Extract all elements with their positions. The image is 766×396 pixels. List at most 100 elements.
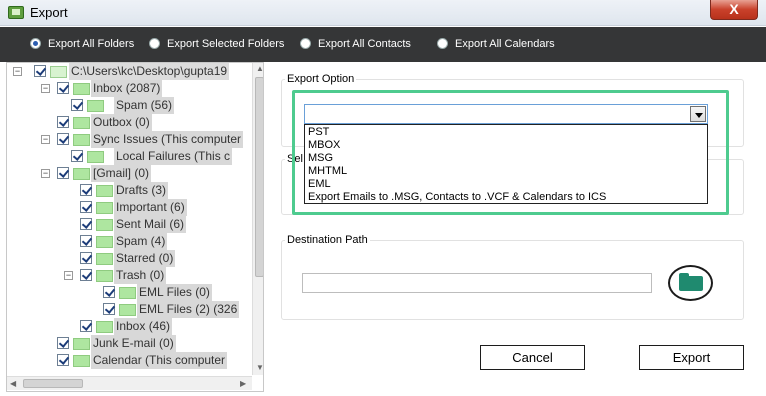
tree-item-root[interactable]: − C:\Users\kc\Desktop\gupta19 bbox=[11, 63, 256, 80]
tree-item-gmail[interactable]: − [Gmail] (0) bbox=[11, 165, 256, 182]
tree-item-sent-mail[interactable]: Sent Mail (6) bbox=[11, 216, 256, 233]
tree-item-junk[interactable]: Junk E-mail (0) bbox=[11, 335, 256, 352]
export-selected-folders-radio[interactable]: Export Selected Folders bbox=[149, 38, 284, 51]
destination-label: Destination Path bbox=[285, 234, 370, 246]
tree-item-label: Sent Mail (6) bbox=[114, 216, 187, 233]
checkbox[interactable] bbox=[57, 354, 69, 366]
tree-item-sync-issues[interactable]: − Sync Issues (This computer bbox=[11, 131, 256, 148]
checkbox[interactable] bbox=[57, 82, 69, 94]
dropdown-option-eml[interactable]: EML bbox=[308, 178, 331, 191]
tree-item-label: Starred (0) bbox=[114, 250, 176, 267]
tree-item-label: Sync Issues (This computer bbox=[91, 131, 244, 148]
checkbox[interactable] bbox=[57, 116, 69, 128]
tree-item-label: Inbox (46) bbox=[114, 318, 173, 335]
checkbox[interactable] bbox=[34, 65, 46, 77]
title-bar: Export X bbox=[0, 0, 766, 26]
folder-icon bbox=[73, 355, 90, 367]
scroll-up-icon[interactable]: ▲ bbox=[256, 64, 263, 73]
tree-item-label: Outbox (0) bbox=[91, 114, 152, 131]
folder-icon bbox=[87, 100, 104, 112]
export-all-contacts-radio[interactable]: Export All Contacts bbox=[300, 38, 411, 51]
folder-icon bbox=[119, 304, 136, 316]
collapse-icon[interactable]: − bbox=[13, 67, 22, 76]
destination-path-input[interactable] bbox=[302, 273, 652, 293]
checkbox[interactable] bbox=[57, 337, 69, 349]
checkbox[interactable] bbox=[80, 269, 92, 281]
collapse-icon[interactable]: − bbox=[41, 135, 50, 144]
tree-item-outbox[interactable]: Outbox (0) bbox=[11, 114, 256, 131]
dropdown-option-combined[interactable]: Export Emails to .MSG, Contacts to .VCF … bbox=[308, 191, 606, 204]
export-options-bar: Export All Folders Export Selected Folde… bbox=[0, 27, 766, 62]
tree-item-inbox[interactable]: − Inbox (2087) bbox=[11, 80, 256, 97]
checkbox[interactable] bbox=[80, 201, 92, 213]
tree-item-label: Trash (0) bbox=[114, 267, 167, 284]
export-all-calendars-radio[interactable]: Export All Calendars bbox=[437, 38, 555, 51]
radio-label: Export Selected Folders bbox=[167, 38, 285, 50]
tree-item-label: Important (6) bbox=[114, 199, 187, 216]
checkbox[interactable] bbox=[103, 286, 115, 298]
tree-item-spam[interactable]: Spam (56) bbox=[11, 97, 256, 114]
checkbox[interactable] bbox=[71, 150, 83, 162]
export-format-select[interactable] bbox=[304, 104, 708, 124]
tree-item-calendar[interactable]: Calendar (This computer bbox=[11, 352, 256, 369]
folder-icon bbox=[96, 270, 113, 282]
tree-item-label: Spam (4) bbox=[114, 233, 168, 250]
checkbox[interactable] bbox=[80, 184, 92, 196]
tree-horizontal-scrollbar[interactable]: ◀ ▶ bbox=[7, 376, 252, 390]
scroll-left-icon[interactable]: ◀ bbox=[10, 379, 16, 388]
checkbox[interactable] bbox=[57, 167, 69, 179]
checkbox[interactable] bbox=[80, 218, 92, 230]
folder-icon bbox=[119, 287, 136, 299]
folder-icon bbox=[96, 253, 113, 265]
tree-item-starred[interactable]: Starred (0) bbox=[11, 250, 256, 267]
dropdown-option-mhtml[interactable]: MHTML bbox=[308, 165, 347, 178]
radio-icon bbox=[149, 38, 160, 49]
folder-icon bbox=[73, 83, 90, 95]
scroll-down-icon[interactable]: ▼ bbox=[256, 363, 263, 372]
cancel-button[interactable]: Cancel bbox=[480, 345, 585, 370]
collapse-icon[interactable]: − bbox=[41, 169, 50, 178]
tree-item-label: EML Files (0) bbox=[137, 284, 212, 301]
export-button[interactable]: Export bbox=[639, 345, 744, 370]
radio-label: Export All Contacts bbox=[318, 38, 411, 50]
app-icon bbox=[8, 6, 24, 19]
close-button[interactable]: X bbox=[710, 0, 758, 20]
export-all-folders-radio[interactable]: Export All Folders bbox=[30, 38, 134, 51]
tree-item-label: C:\Users\kc\Desktop\gupta19 bbox=[69, 63, 230, 80]
dropdown-option-pst[interactable]: PST bbox=[308, 126, 329, 139]
tree-item-important[interactable]: Important (6) bbox=[11, 199, 256, 216]
tree-item-label: Calendar (This computer bbox=[91, 352, 228, 369]
tree-item-label: Junk E-mail (0) bbox=[91, 335, 176, 352]
tree-item-inbox-gmail[interactable]: Inbox (46) bbox=[11, 318, 256, 335]
tree-item-local-failures[interactable]: Local Failures (This c bbox=[11, 148, 256, 165]
folder-icon bbox=[73, 117, 90, 129]
folder-icon bbox=[96, 321, 113, 333]
scroll-thumb[interactable] bbox=[255, 77, 263, 277]
folder-icon bbox=[96, 236, 113, 248]
tree-item-drafts[interactable]: Drafts (3) bbox=[11, 182, 256, 199]
tree-item-eml-files-2[interactable]: EML Files (2) (326 bbox=[11, 301, 256, 318]
tree-item-eml-files[interactable]: EML Files (0) bbox=[11, 284, 256, 301]
dropdown-option-msg[interactable]: MSG bbox=[308, 152, 333, 165]
scroll-thumb[interactable] bbox=[23, 379, 83, 388]
tree-item-label: Local Failures (This c bbox=[114, 148, 233, 165]
checkbox[interactable] bbox=[80, 252, 92, 264]
collapse-icon[interactable]: − bbox=[64, 271, 73, 280]
tree-item-spam-gmail[interactable]: Spam (4) bbox=[11, 233, 256, 250]
tree-vertical-scrollbar[interactable]: ▲ ▼ bbox=[252, 63, 263, 375]
folder-icon bbox=[96, 219, 113, 231]
checkbox[interactable] bbox=[80, 320, 92, 332]
checkbox[interactable] bbox=[80, 235, 92, 247]
dropdown-option-mbox[interactable]: MBOX bbox=[308, 139, 340, 152]
scroll-right-icon[interactable]: ▶ bbox=[240, 379, 246, 388]
tree-item-trash[interactable]: − Trash (0) bbox=[11, 267, 256, 284]
tree-item-label: Inbox (2087) bbox=[91, 80, 163, 97]
collapse-icon[interactable]: − bbox=[41, 84, 50, 93]
chevron-down-icon[interactable] bbox=[690, 106, 706, 122]
browse-folder-button[interactable] bbox=[668, 265, 713, 301]
checkbox[interactable] bbox=[57, 133, 69, 145]
checkbox[interactable] bbox=[71, 99, 83, 111]
drive-icon bbox=[50, 66, 67, 78]
folder-icon bbox=[96, 202, 113, 214]
checkbox[interactable] bbox=[103, 303, 115, 315]
